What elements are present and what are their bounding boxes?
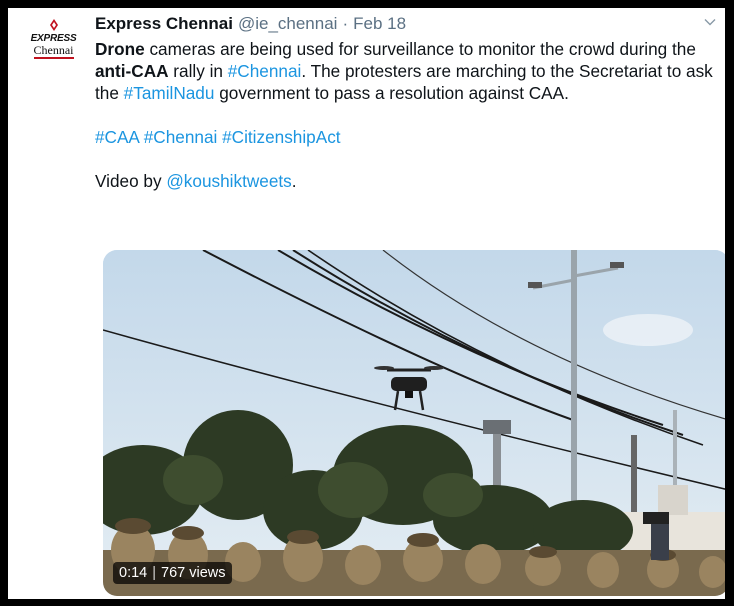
video-info-badge: 0:14 | 767 views bbox=[113, 562, 232, 584]
hashtag-citizenshipact-link[interactable]: #CitizenshipAct bbox=[222, 127, 340, 147]
author-name[interactable]: Express Chennai bbox=[95, 14, 233, 34]
tweet-content: Express Chennai @ie_chennai · Feb 18 Dro… bbox=[95, 8, 717, 192]
avatar-logo-line2: Chennai bbox=[33, 43, 74, 57]
header-separator: · bbox=[342, 14, 349, 33]
express-flame-icon bbox=[49, 19, 58, 31]
video-duration: 0:14 bbox=[119, 565, 148, 581]
bold-anti-caa: anti-CAA bbox=[95, 61, 169, 81]
hashtag-tamilnadu-link[interactable]: #TamilNadu bbox=[124, 83, 215, 103]
avatar[interactable]: EXPRESS Chennai bbox=[22, 14, 85, 77]
tweet-date[interactable]: Feb 18 bbox=[353, 14, 406, 34]
tweet-hashtags: #CAA #Chennai #CitizenshipAct bbox=[95, 126, 721, 148]
video-frame-image bbox=[103, 250, 725, 596]
text-span: government to pass a resolution against … bbox=[214, 83, 569, 103]
tweet-credit: Video by @koushiktweets. bbox=[95, 170, 721, 192]
author-handle[interactable]: @ie_chennai bbox=[238, 14, 338, 34]
hashtag-caa-link[interactable]: #CAA bbox=[95, 127, 139, 147]
tweet-header: Express Chennai @ie_chennai · Feb 18 bbox=[95, 10, 717, 38]
text-span: Video by bbox=[95, 171, 167, 191]
chevron-down-icon[interactable] bbox=[703, 15, 717, 29]
text-span: rally in bbox=[168, 61, 228, 81]
mention-koushiktweets-link[interactable]: @koushiktweets bbox=[166, 171, 291, 191]
avatar-logo-underline bbox=[33, 57, 74, 59]
tweet-card[interactable]: EXPRESS Chennai Express Chennai @ie_chen… bbox=[8, 8, 725, 599]
tweet-paragraph-main: Drone cameras are being used for surveil… bbox=[95, 38, 721, 104]
hashtag-chennai-link[interactable]: #Chennai bbox=[144, 127, 218, 147]
badge-separator: | bbox=[152, 565, 157, 581]
text-span: cameras are being used for surveillance … bbox=[144, 39, 696, 59]
hashtag-chennai-link[interactable]: #Chennai bbox=[228, 61, 302, 81]
video-view-count: 767 views bbox=[161, 565, 226, 581]
video-player[interactable]: 0:14 | 767 views bbox=[103, 250, 725, 596]
tweet-text: Drone cameras are being used for surveil… bbox=[95, 38, 721, 192]
text-span: . bbox=[291, 171, 297, 191]
bold-drone: Drone bbox=[95, 39, 145, 59]
